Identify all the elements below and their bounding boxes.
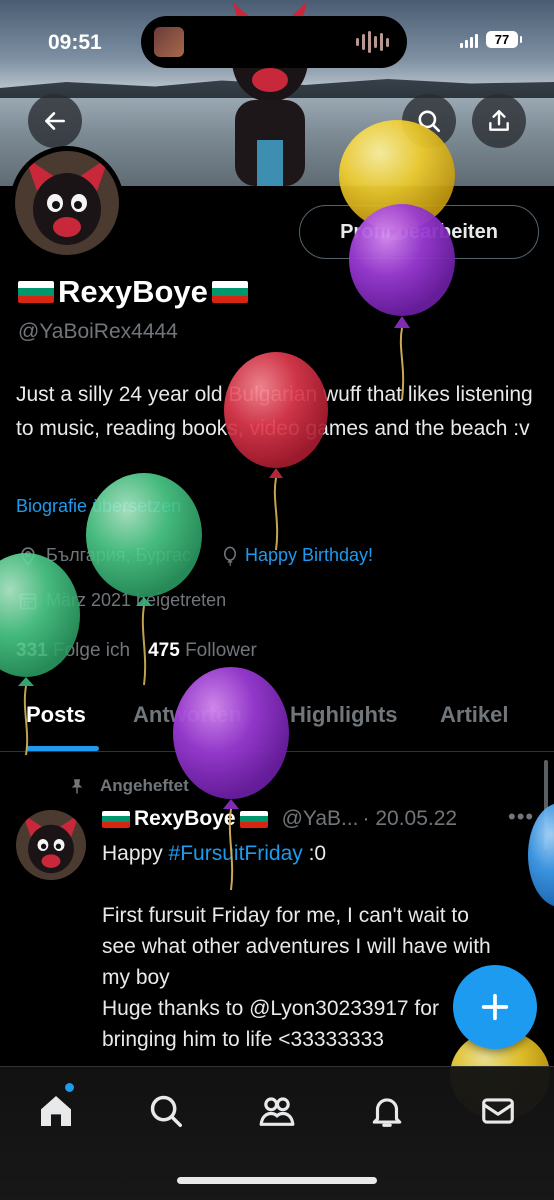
follow-stats: 331 Folge ich 475 Follower [16, 640, 257, 662]
following-label: Folge ich [52, 640, 131, 661]
post-text-start: Happy [102, 842, 169, 865]
post-more-button[interactable]: ••• [508, 804, 534, 830]
communities-icon [259, 1097, 295, 1126]
tab-replies[interactable]: Antworten [133, 702, 242, 728]
joined-date-row: März 2021 beigetreten [18, 590, 226, 611]
active-tab-indicator [26, 746, 99, 751]
birthday-item: Happy Birthday! [221, 545, 373, 566]
pin-icon [71, 779, 83, 794]
now-playing-artwork [154, 27, 184, 57]
status-time: 09:51 [48, 31, 102, 54]
nav-home[interactable] [34, 1089, 78, 1133]
tab-highlights[interactable]: Highlights [290, 702, 398, 728]
arrow-left-icon [45, 112, 65, 130]
profile-display-name: RexyBoye [18, 274, 248, 310]
dynamic-island-now-playing[interactable] [141, 16, 407, 68]
birthday-text[interactable]: Happy Birthday! [245, 545, 373, 566]
location-text: България, Бургас [46, 545, 191, 565]
share-upload-icon [489, 110, 509, 131]
post-hashtag-link[interactable]: #FursuitFriday [169, 842, 303, 865]
post-avatar-image [16, 810, 86, 880]
tab-articles[interactable]: Artikel [440, 702, 508, 728]
followers-count: 475 [148, 640, 180, 661]
status-icons: 77 [460, 31, 522, 48]
audio-waveform-icon [356, 30, 389, 54]
nav-communities[interactable] [255, 1089, 299, 1133]
post-author-name[interactable]: RexyBoye [134, 807, 236, 831]
pinned-text: Angeheftet [100, 776, 189, 795]
bulgaria-flag-icon [211, 281, 248, 303]
pinned-label: Angeheftet [68, 776, 189, 796]
bulgaria-flag-icon [18, 281, 54, 303]
profile-handle: @YaBoiRex4444 [18, 320, 178, 343]
cellular-signal-icon [460, 32, 478, 48]
home-icon [41, 1096, 71, 1126]
profile-meta-row: България, Бургас Happy Birthday! [18, 545, 373, 566]
nav-notifications[interactable] [365, 1089, 409, 1133]
balloon-icon [223, 546, 236, 566]
search-button[interactable] [402, 94, 456, 148]
nav-messages[interactable] [476, 1089, 520, 1133]
nav-search[interactable] [144, 1089, 188, 1133]
back-button[interactable] [28, 94, 82, 148]
profile-tabs: Posts Antworten Highlights Artikel [0, 690, 554, 752]
following-count: 331 [16, 640, 48, 661]
messages-mail-icon [482, 1098, 514, 1124]
search-icon [418, 110, 441, 133]
home-indicator[interactable] [177, 1177, 377, 1184]
plus-icon [481, 993, 509, 1021]
post-date: · 20.05.22 [362, 807, 458, 830]
battery-icon: 77 [486, 31, 522, 48]
post-header: RexyBoye @YaB... · 20.05.22 [102, 807, 457, 831]
search-icon [150, 1095, 182, 1127]
display-name-text: RexyBoye [58, 274, 208, 309]
profile-bio: Just a silly 24 year old Bulgarian wuff … [16, 383, 533, 440]
tab-posts[interactable]: Posts [26, 702, 86, 728]
post-author-handle[interactable]: @YaB... [282, 807, 359, 831]
bulgaria-flag-icon [239, 810, 268, 828]
home-notification-dot [64, 1082, 75, 1093]
followers-label: Follower [185, 640, 257, 661]
bulgaria-flag-icon [102, 810, 130, 828]
notifications-bell-icon [372, 1098, 402, 1127]
compose-post-button[interactable] [453, 965, 537, 1049]
edit-profile-button[interactable]: Profil bearbeiten [299, 205, 539, 259]
profile-avatar[interactable] [10, 146, 124, 260]
share-button[interactable] [472, 94, 526, 148]
following-link[interactable]: 331 Folge ich [16, 640, 130, 662]
post-text: Happy #FursuitFriday :0 First fursuit Fr… [102, 838, 502, 1055]
calendar-icon [19, 593, 37, 609]
post-text-rest: :0 First fursuit Friday for me, I can't … [102, 842, 491, 1051]
post-avatar[interactable] [16, 810, 86, 880]
joined-text: März 2021 beigetreten [46, 590, 227, 610]
translate-bio-link[interactable]: Biografie übersetzen [16, 496, 181, 517]
avatar-image [15, 151, 119, 255]
location-pin-icon [21, 546, 35, 566]
scrollbar[interactable] [544, 760, 548, 850]
followers-link[interactable]: 475 Follower [148, 640, 257, 662]
